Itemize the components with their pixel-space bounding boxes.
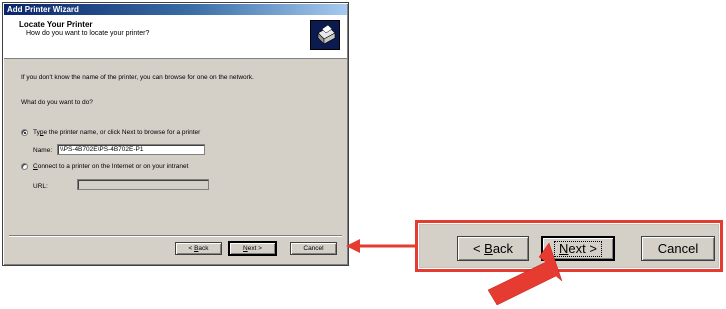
pointer-arrow [487,242,563,306]
connector-arrow [346,239,415,253]
annotation-overlay [346,239,563,306]
